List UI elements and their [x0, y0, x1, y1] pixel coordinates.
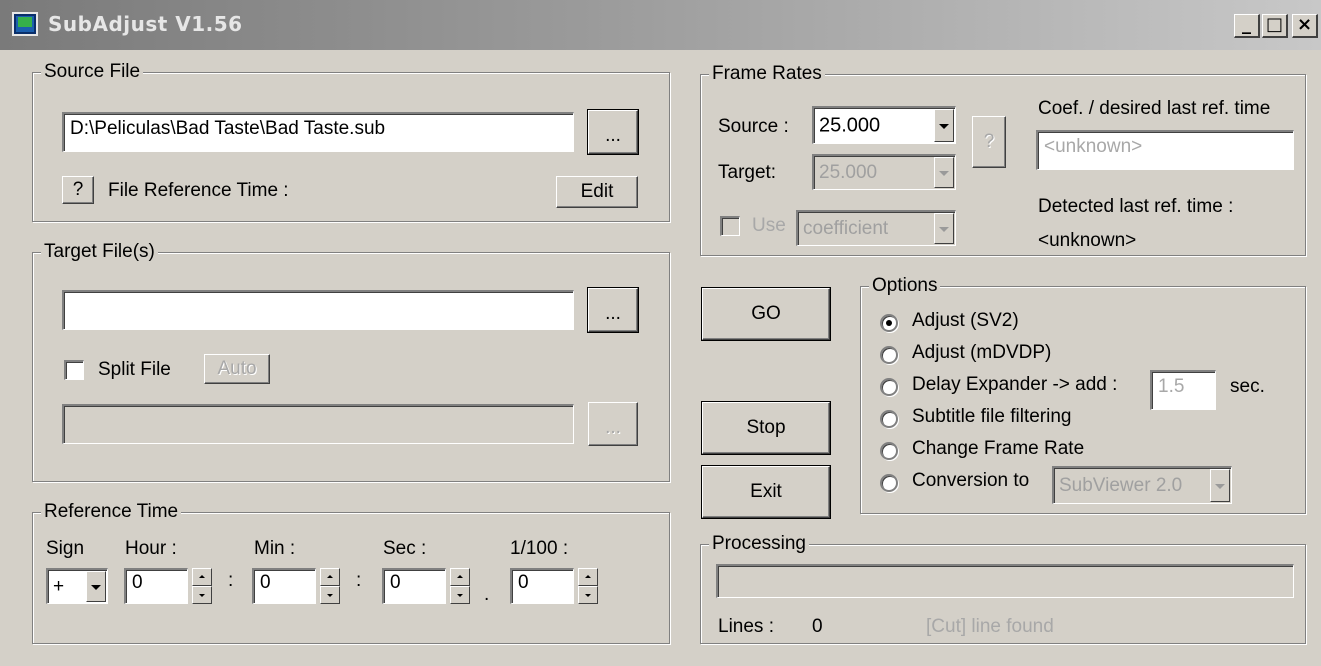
option-subtitle-filtering-radio[interactable]	[880, 410, 898, 428]
target-file-input[interactable]	[62, 290, 574, 330]
use-checkbox	[720, 216, 740, 236]
target-rate-select: 25.000	[812, 154, 956, 190]
maximize-button[interactable]: □	[1262, 14, 1288, 38]
window-title: SubAdjust V1.56	[48, 12, 243, 36]
spin-up-icon[interactable]	[578, 568, 598, 586]
option-adjust-mdvdp-radio[interactable]	[880, 346, 898, 364]
app-icon	[12, 12, 38, 36]
sign-select-value: +	[53, 575, 65, 597]
chevron-down-icon	[1210, 469, 1230, 502]
source-rate-value: 25.000	[819, 114, 881, 136]
option-delay-expander-label: Delay Expander -> add :	[912, 374, 1118, 395]
hundredths-spinner[interactable]	[578, 568, 598, 604]
spin-up-icon[interactable]	[192, 568, 212, 586]
target-rate-label: Target:	[718, 162, 777, 183]
source-rate-select[interactable]: 25.000	[812, 106, 956, 144]
source-help-button[interactable]: ?	[62, 176, 94, 204]
time-separator: .	[484, 584, 490, 605]
spin-down-icon[interactable]	[320, 586, 340, 604]
option-adjust-sv2-radio[interactable]	[880, 314, 898, 332]
spin-down-icon[interactable]	[578, 586, 598, 604]
detected-value: <unknown>	[1038, 230, 1137, 251]
frame-rate-help-button[interactable]: ?	[972, 116, 1006, 168]
option-subtitle-filtering-label: Subtitle file filtering	[912, 406, 1072, 427]
coef-label: Coef. / desired last ref. time	[1038, 98, 1271, 119]
option-conversion-radio[interactable]	[880, 474, 898, 492]
option-delay-expander-radio[interactable]	[880, 378, 898, 396]
auto-button[interactable]: Auto	[204, 354, 270, 384]
hour-spinner[interactable]	[192, 568, 212, 604]
go-button[interactable]: GO	[702, 288, 830, 340]
conversion-select-value: SubViewer 2.0	[1059, 474, 1183, 496]
close-button[interactable]: ×	[1292, 14, 1318, 38]
use-select: coefficient	[796, 210, 956, 246]
option-adjust-mdvdp-label: Adjust (mDVDP)	[912, 342, 1052, 363]
edit-button[interactable]: Edit	[556, 176, 638, 208]
sign-label: Sign	[46, 538, 85, 559]
minimize-button[interactable]: _	[1234, 14, 1260, 38]
hundredths-input[interactable]: 0	[510, 568, 574, 604]
sec-input[interactable]: 0	[382, 568, 446, 604]
exit-button[interactable]: Exit	[702, 466, 830, 518]
coef-input[interactable]: <unknown>	[1036, 130, 1294, 170]
source-browse-button[interactable]: ...	[588, 110, 638, 154]
options-group-label: Options	[869, 274, 941, 298]
processing-group-label: Processing	[709, 532, 809, 556]
lines-value: 0	[812, 616, 823, 637]
file-reference-time-label: File Reference Time :	[108, 180, 289, 201]
chevron-down-icon	[934, 213, 954, 244]
split-file-input	[62, 404, 574, 444]
reference-time-group-label: Reference Time	[41, 500, 182, 524]
use-label: Use	[752, 215, 786, 236]
sign-select[interactable]: +	[46, 568, 108, 604]
spin-down-icon[interactable]	[192, 586, 212, 604]
title-bar: SubAdjust V1.56 _ □ ×	[0, 0, 1321, 50]
source-rate-label: Source :	[718, 116, 789, 137]
sec-label: Sec :	[383, 538, 427, 559]
option-change-frame-rate-radio[interactable]	[880, 442, 898, 460]
lines-label: Lines :	[718, 616, 774, 637]
min-input[interactable]: 0	[252, 568, 316, 604]
min-spinner[interactable]	[320, 568, 340, 604]
chevron-down-icon[interactable]	[86, 571, 106, 602]
delay-input[interactable]: 1.5	[1150, 370, 1216, 410]
split-file-label: Split File	[98, 359, 171, 380]
cut-line-status: [Cut] line found	[926, 616, 1054, 637]
time-separator: :	[356, 570, 362, 591]
time-separator: :	[228, 570, 234, 591]
target-files-group-label: Target File(s)	[41, 240, 158, 264]
split-browse-button: ...	[588, 402, 638, 446]
spin-up-icon[interactable]	[320, 568, 340, 586]
chevron-down-icon[interactable]	[934, 109, 954, 142]
detected-label: Detected last ref. time :	[1038, 196, 1234, 217]
stop-button[interactable]: Stop	[702, 402, 830, 454]
option-conversion-label: Conversion to	[912, 470, 1030, 491]
min-label: Min :	[254, 538, 296, 559]
conversion-select: SubViewer 2.0	[1052, 466, 1232, 504]
option-adjust-sv2-label: Adjust (SV2)	[912, 310, 1019, 331]
target-browse-button[interactable]: ...	[588, 288, 638, 332]
hundredths-label: 1/100 :	[510, 538, 569, 559]
option-change-frame-rate-label: Change Frame Rate	[912, 438, 1085, 459]
source-file-input[interactable]: D:\Peliculas\Bad Taste\Bad Taste.sub	[62, 112, 574, 152]
hour-label: Hour :	[125, 538, 177, 559]
use-select-value: coefficient	[803, 217, 889, 239]
delay-unit-label: sec.	[1230, 376, 1265, 397]
target-rate-value: 25.000	[819, 161, 878, 183]
source-file-group-label: Source File	[41, 60, 144, 84]
spin-down-icon[interactable]	[450, 586, 470, 604]
progress-bar	[716, 564, 1294, 598]
spin-up-icon[interactable]	[450, 568, 470, 586]
split-file-checkbox[interactable]	[64, 360, 84, 380]
chevron-down-icon	[934, 157, 954, 188]
sec-spinner[interactable]	[450, 568, 470, 604]
hour-input[interactable]: 0	[124, 568, 188, 604]
frame-rates-group-label: Frame Rates	[709, 62, 825, 86]
